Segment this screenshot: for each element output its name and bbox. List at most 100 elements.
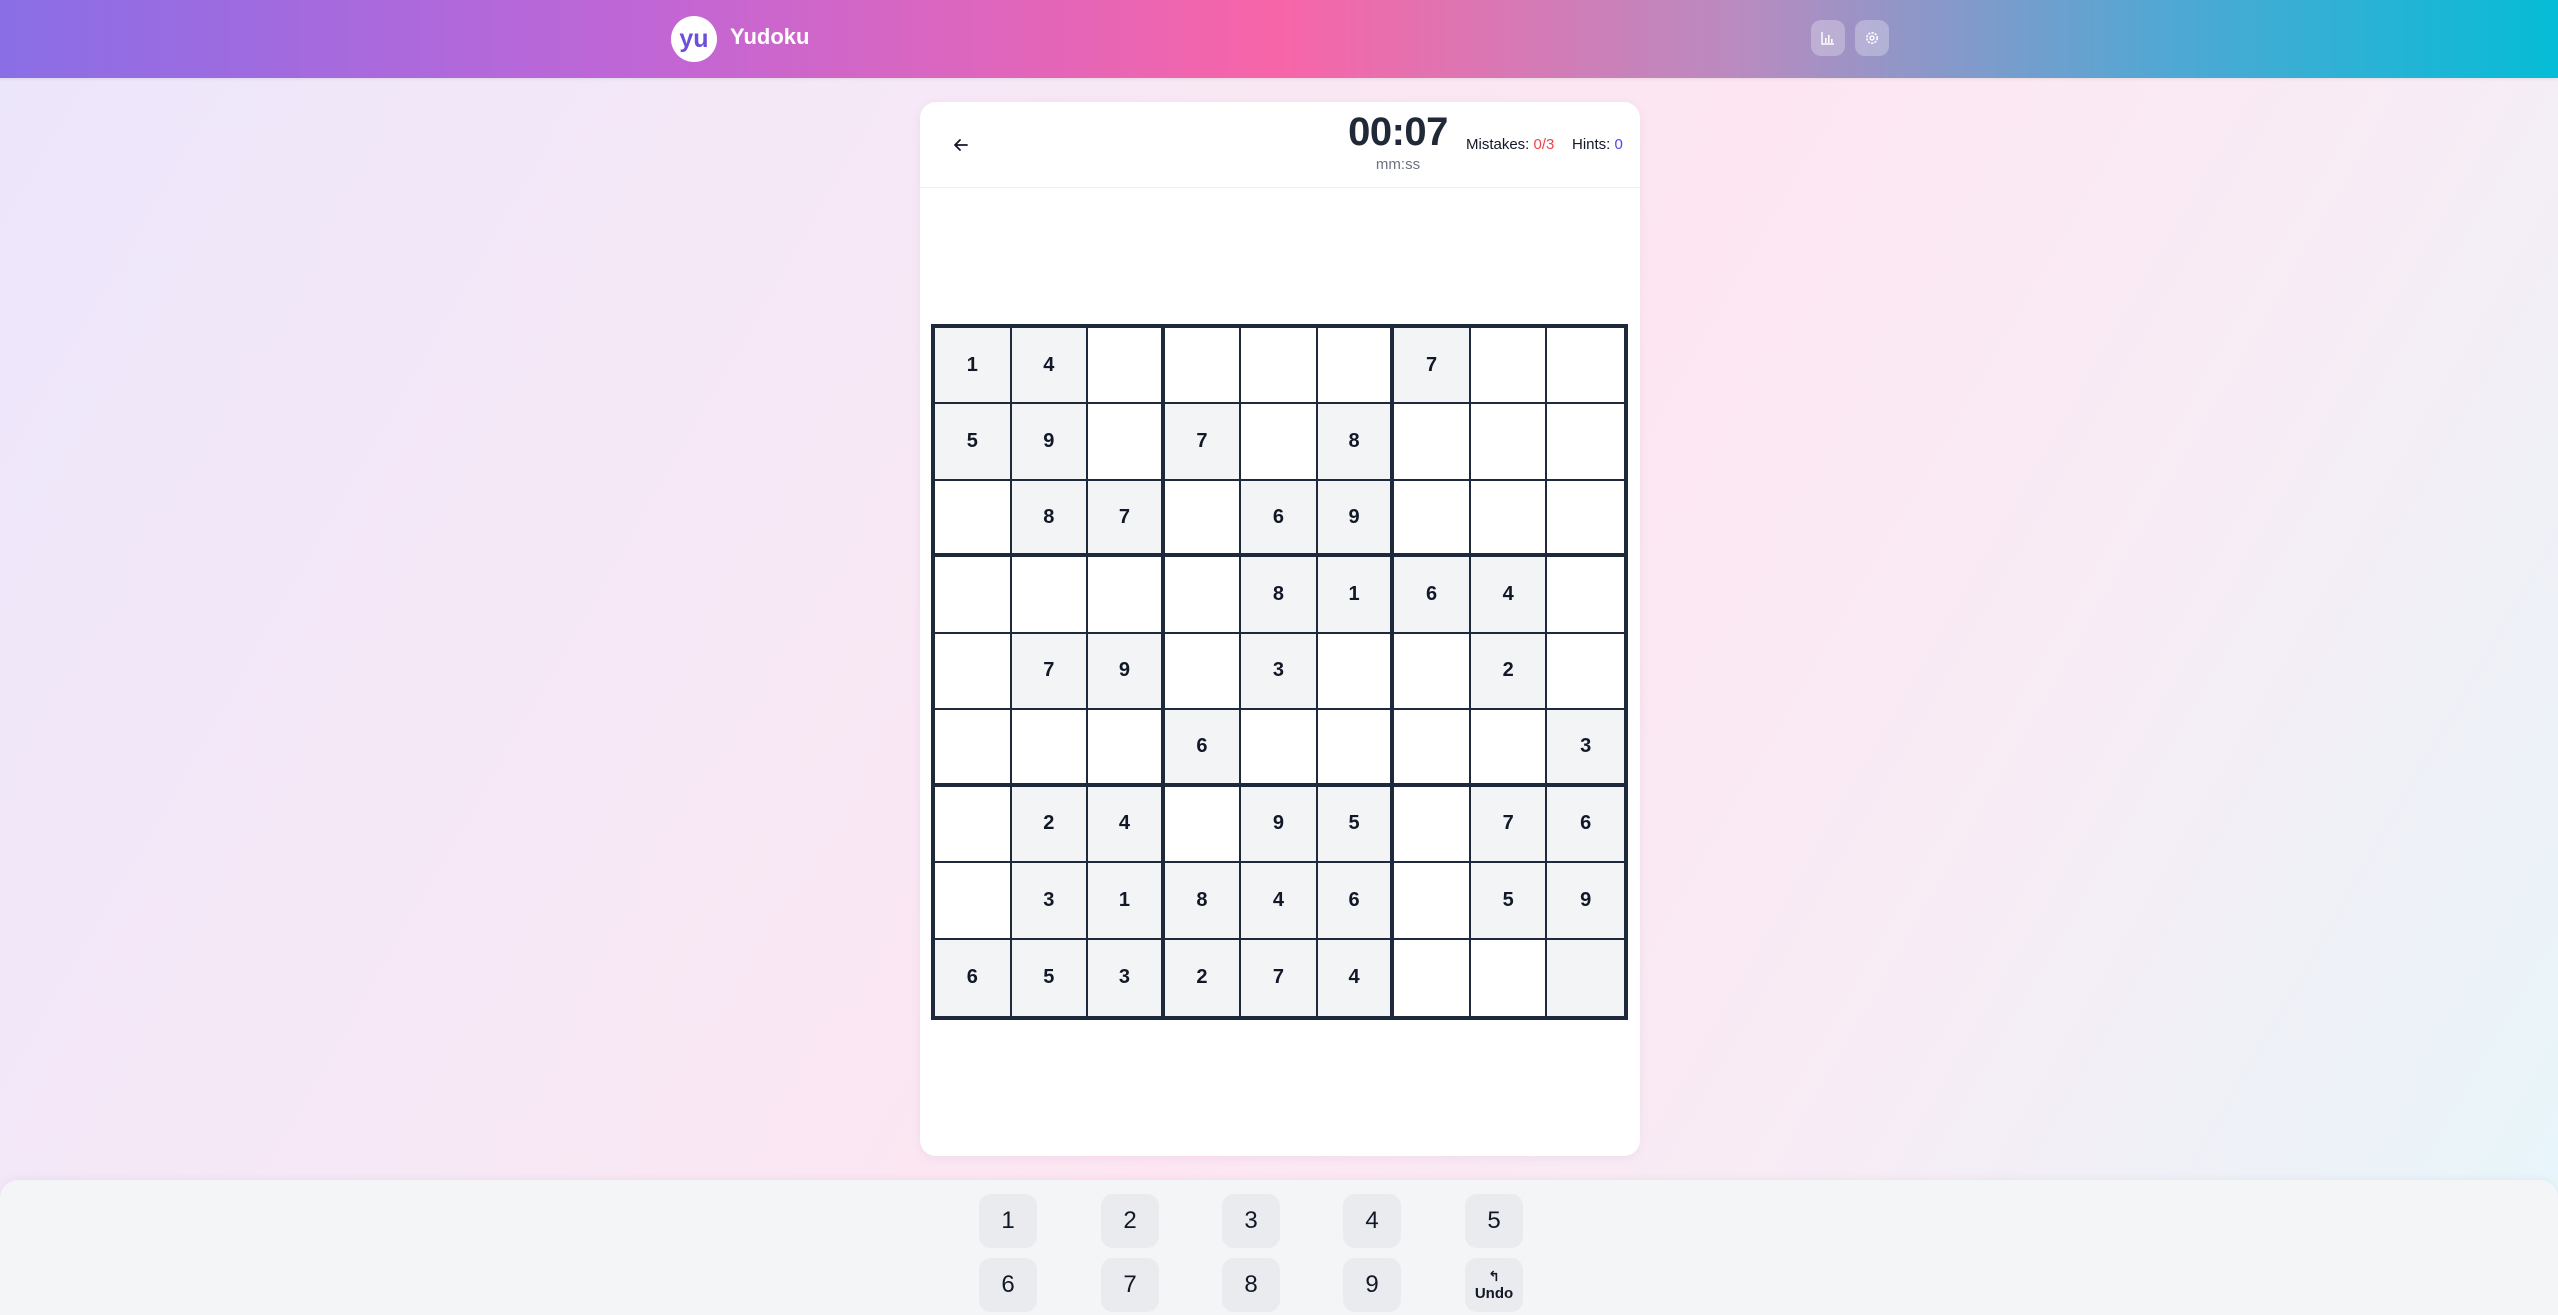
sudoku-cell-r8c5[interactable]: 4 [1241, 863, 1318, 940]
settings-button[interactable] [1855, 20, 1889, 56]
sudoku-cell-r5c3[interactable]: 9 [1088, 633, 1165, 711]
sudoku-cell-r4c7[interactable]: 6 [1394, 557, 1471, 634]
sudoku-cell-r7c9[interactable]: 6 [1547, 786, 1624, 864]
sudoku-cell-r9c7[interactable] [1394, 939, 1471, 1016]
sudoku-cell-r2c7[interactable] [1394, 404, 1471, 481]
sudoku-cell-r6c5[interactable] [1241, 710, 1318, 787]
sudoku-cell-r3c9[interactable] [1547, 480, 1624, 558]
sudoku-cell-r3c2[interactable]: 8 [1011, 480, 1089, 558]
sudoku-cell-r9c8[interactable] [1470, 939, 1548, 1016]
sudoku-cell-r8c8[interactable]: 5 [1470, 863, 1548, 940]
sudoku-cell-r9c1[interactable]: 6 [935, 939, 1012, 1016]
sudoku-cell-r7c6[interactable]: 5 [1317, 786, 1395, 864]
sudoku-cell-r2c2[interactable]: 9 [1011, 404, 1089, 481]
sudoku-cell-r7c4[interactable] [1164, 786, 1242, 864]
sudoku-cell-r1c6[interactable] [1317, 328, 1395, 405]
key-5[interactable]: 5 [1465, 1194, 1523, 1248]
undo-button[interactable]: ↰ Undo [1465, 1258, 1523, 1312]
mistakes-value: 0/3 [1533, 136, 1555, 153]
sudoku-cell-r9c4[interactable]: 2 [1164, 939, 1242, 1016]
sudoku-cell-r2c4[interactable]: 7 [1164, 404, 1242, 481]
sudoku-cell-r3c7[interactable] [1394, 480, 1471, 558]
key-6[interactable]: 6 [979, 1258, 1037, 1312]
sudoku-cell-r2c5[interactable] [1241, 404, 1318, 481]
sudoku-cell-r4c5[interactable]: 8 [1241, 557, 1318, 634]
sudoku-cell-r1c3[interactable] [1088, 328, 1165, 405]
sudoku-cell-r4c2[interactable] [1011, 557, 1089, 634]
sudoku-cell-r6c7[interactable] [1394, 710, 1471, 787]
sudoku-cell-r7c8[interactable]: 7 [1470, 786, 1548, 864]
sudoku-cell-r6c4[interactable]: 6 [1164, 710, 1242, 787]
app-logo[interactable]: yu [671, 16, 717, 62]
key-9[interactable]: 9 [1343, 1258, 1401, 1312]
sudoku-cell-r7c3[interactable]: 4 [1088, 786, 1165, 864]
undo-icon: ↰ [1488, 1267, 1500, 1284]
sudoku-cell-r8c9[interactable]: 9 [1547, 863, 1624, 940]
sudoku-cell-r2c1[interactable]: 5 [935, 404, 1012, 481]
sudoku-cell-r4c3[interactable] [1088, 557, 1165, 634]
back-button[interactable] [946, 130, 976, 160]
sudoku-cell-r2c6[interactable]: 8 [1317, 404, 1395, 481]
sudoku-cell-r3c3[interactable]: 7 [1088, 480, 1165, 558]
key-7[interactable]: 7 [1101, 1258, 1159, 1312]
sudoku-cell-r1c9[interactable] [1547, 328, 1624, 405]
key-1[interactable]: 1 [979, 1194, 1037, 1248]
sudoku-cell-r9c5[interactable]: 7 [1241, 939, 1318, 1016]
sudoku-cell-r8c4[interactable]: 8 [1164, 863, 1242, 940]
stats-button[interactable] [1811, 20, 1845, 56]
sudoku-cell-r7c2[interactable]: 2 [1011, 786, 1089, 864]
sudoku-cell-r3c8[interactable] [1470, 480, 1548, 558]
key-2[interactable]: 2 [1101, 1194, 1159, 1248]
sudoku-cell-r8c6[interactable]: 6 [1317, 863, 1395, 940]
sudoku-cell-r9c2[interactable]: 5 [1011, 939, 1089, 1016]
sudoku-cell-r9c9[interactable] [1547, 939, 1624, 1016]
sudoku-cell-r2c3[interactable] [1088, 404, 1165, 481]
sudoku-cell-r8c1[interactable] [935, 863, 1012, 940]
sudoku-cell-r9c6[interactable]: 4 [1317, 939, 1395, 1016]
sudoku-cell-r8c2[interactable]: 3 [1011, 863, 1089, 940]
key-8[interactable]: 8 [1222, 1258, 1280, 1312]
sudoku-cell-r2c9[interactable] [1547, 404, 1624, 481]
sudoku-cell-r3c4[interactable] [1164, 480, 1242, 558]
key-4[interactable]: 4 [1343, 1194, 1401, 1248]
sudoku-cell-r9c3[interactable]: 3 [1088, 939, 1165, 1016]
sudoku-cell-r5c5[interactable]: 3 [1241, 633, 1318, 711]
sudoku-cell-r5c6[interactable] [1317, 633, 1395, 711]
sudoku-cell-r1c1[interactable]: 1 [935, 328, 1012, 405]
sudoku-cell-r6c6[interactable] [1317, 710, 1395, 787]
sudoku-cell-r1c4[interactable] [1164, 328, 1242, 405]
mistakes-label: Mistakes: [1466, 136, 1530, 153]
sudoku-cell-r5c8[interactable]: 2 [1470, 633, 1548, 711]
sudoku-cell-r7c1[interactable] [935, 786, 1012, 864]
sudoku-cell-r3c1[interactable] [935, 480, 1012, 558]
sudoku-cell-r1c8[interactable] [1470, 328, 1548, 405]
sudoku-cell-r4c4[interactable] [1164, 557, 1242, 634]
sudoku-cell-r4c1[interactable] [935, 557, 1012, 634]
sudoku-cell-r5c2[interactable]: 7 [1011, 633, 1089, 711]
sudoku-cell-r2c8[interactable] [1470, 404, 1548, 481]
timer-unit: mm:ss [1375, 156, 1421, 173]
sudoku-cell-r1c5[interactable] [1241, 328, 1318, 405]
sudoku-cell-r1c2[interactable]: 4 [1011, 328, 1089, 405]
sudoku-cell-r5c7[interactable] [1394, 633, 1471, 711]
sudoku-cell-r3c6[interactable]: 9 [1317, 480, 1395, 558]
sudoku-cell-r6c9[interactable]: 3 [1547, 710, 1624, 787]
sudoku-cell-r5c4[interactable] [1164, 633, 1242, 711]
sudoku-cell-r6c8[interactable] [1470, 710, 1548, 787]
sudoku-cell-r4c8[interactable]: 4 [1470, 557, 1548, 634]
sudoku-cell-r6c2[interactable] [1011, 710, 1089, 787]
key-3[interactable]: 3 [1222, 1194, 1280, 1248]
sudoku-cell-r4c6[interactable]: 1 [1317, 557, 1395, 634]
app-title[interactable]: Yudoku [730, 24, 809, 50]
sudoku-cell-r7c7[interactable] [1394, 786, 1471, 864]
sudoku-cell-r5c9[interactable] [1547, 633, 1624, 711]
sudoku-cell-r3c5[interactable]: 6 [1241, 480, 1318, 558]
sudoku-cell-r6c3[interactable] [1088, 710, 1165, 787]
sudoku-cell-r1c7[interactable]: 7 [1394, 328, 1471, 405]
sudoku-cell-r5c1[interactable] [935, 633, 1012, 711]
sudoku-cell-r7c5[interactable]: 9 [1241, 786, 1318, 864]
sudoku-cell-r8c3[interactable]: 1 [1088, 863, 1165, 940]
sudoku-cell-r6c1[interactable] [935, 710, 1012, 787]
sudoku-cell-r8c7[interactable] [1394, 863, 1471, 940]
sudoku-cell-r4c9[interactable] [1547, 557, 1624, 634]
